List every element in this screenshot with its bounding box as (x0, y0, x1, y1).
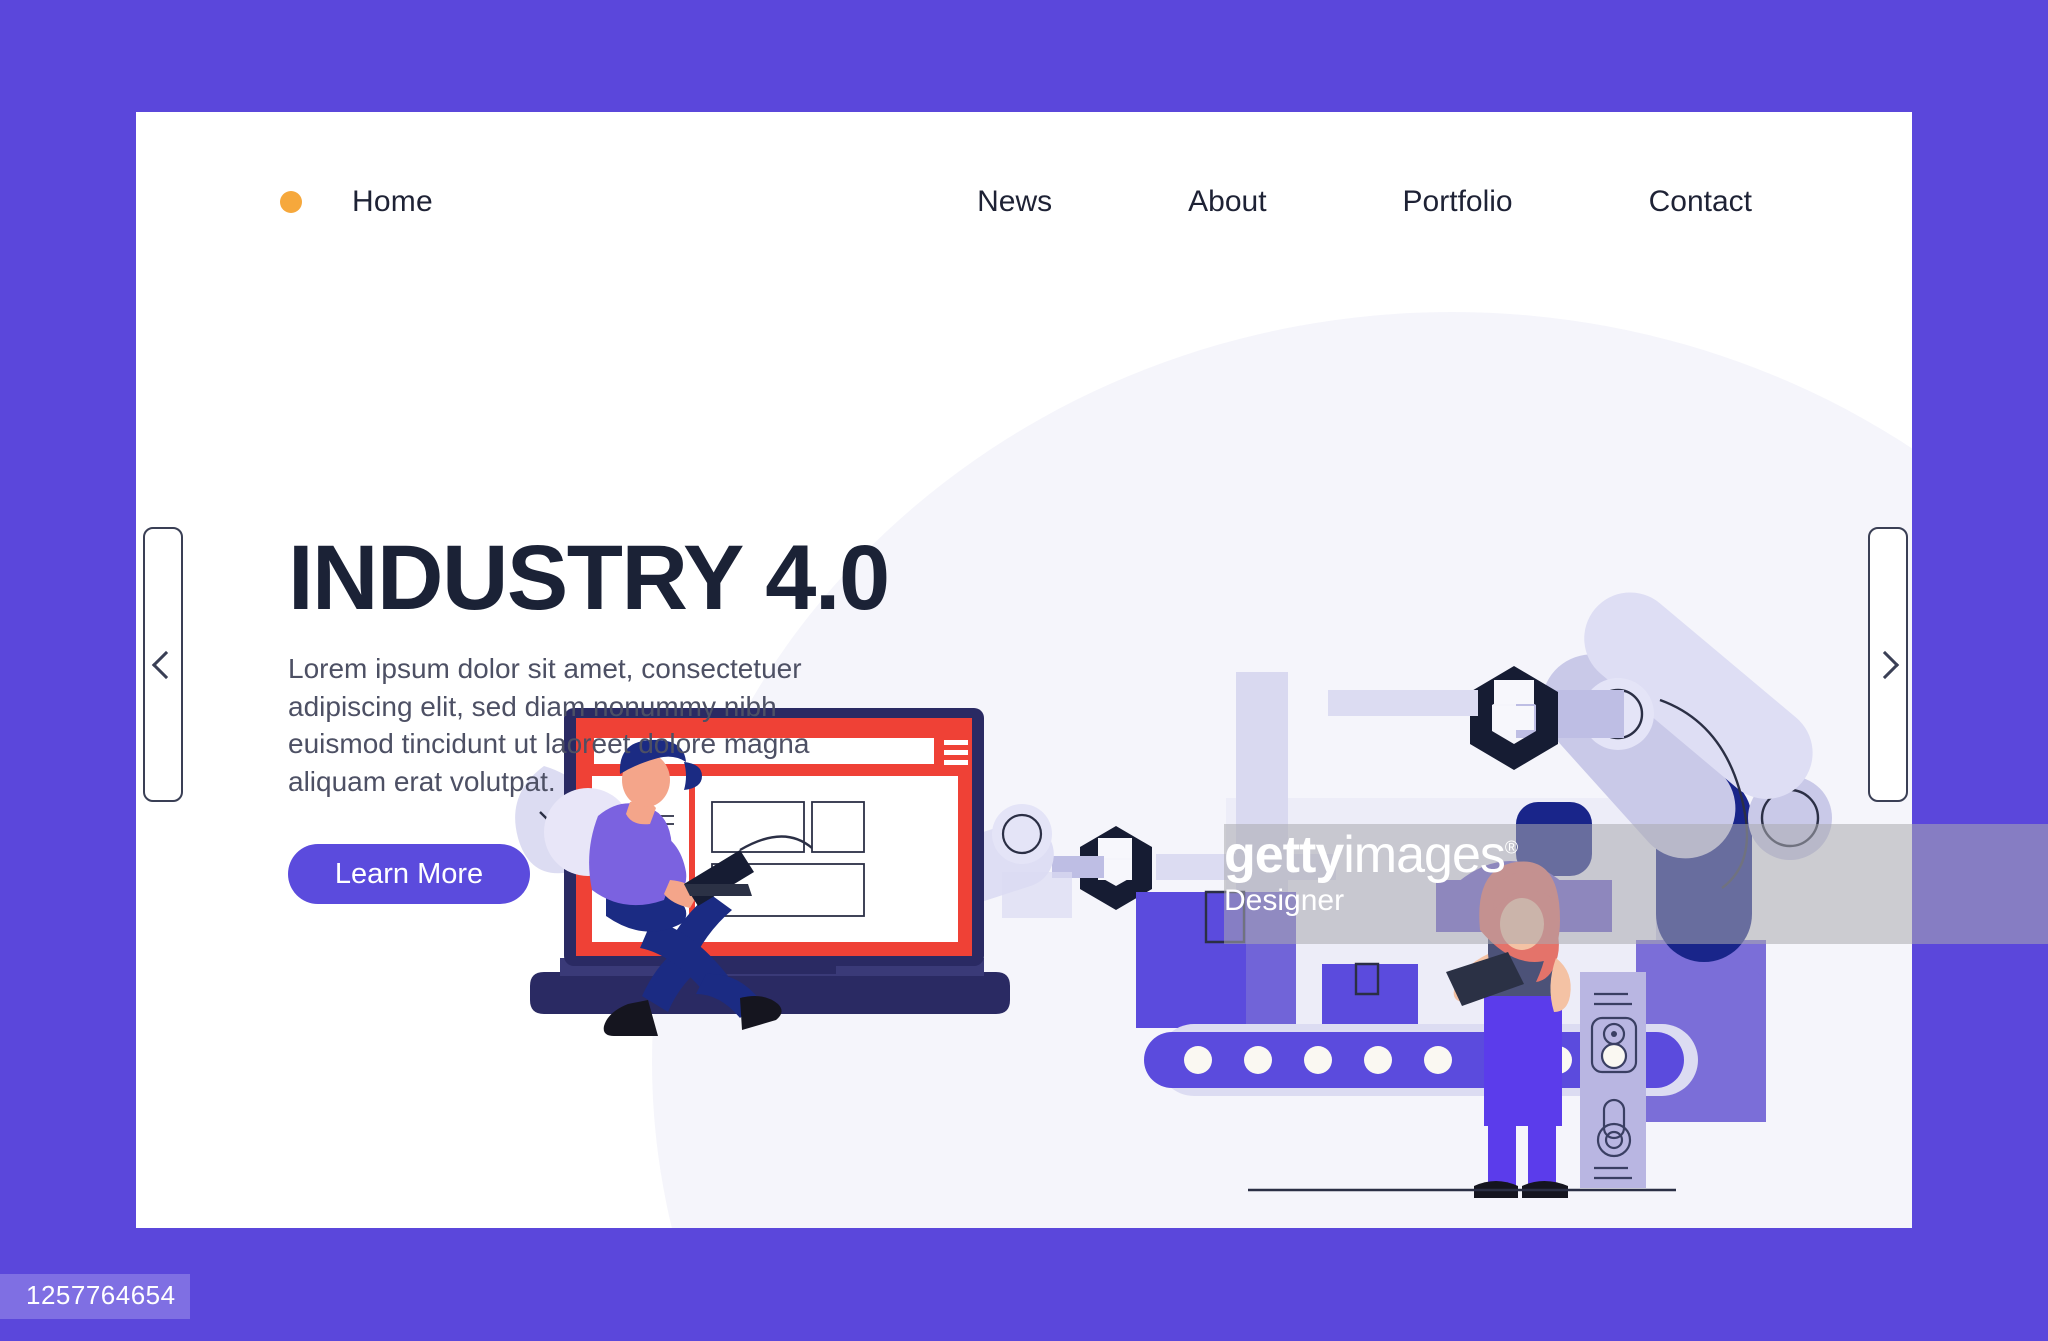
nav-links: News About Portfolio Contact (977, 185, 1752, 219)
page-background: Home News About Portfolio Contact INDUST… (0, 0, 2048, 1341)
carousel-prev-button[interactable] (143, 527, 183, 802)
hero-card: Home News About Portfolio Contact INDUST… (136, 112, 1912, 1228)
page-title: INDUSTRY 4.0 (288, 527, 890, 629)
hero-subtitle: Lorem ipsum dolor sit amet, consectetuer… (288, 653, 810, 797)
nav-link-contact[interactable]: Contact (1649, 185, 1752, 219)
image-id-label: 1257764654 (0, 1274, 190, 1319)
chevron-left-icon (151, 650, 181, 679)
navbar: Home News About Portfolio Contact (136, 112, 1912, 292)
nav-link-portfolio[interactable]: Portfolio (1403, 185, 1513, 219)
nav-link-about[interactable]: About (1188, 185, 1266, 219)
learn-more-button[interactable]: Learn More (288, 844, 530, 905)
hero-text-block: INDUSTRY 4.0 Lorem ipsum dolor sit amet,… (288, 527, 988, 905)
nav-link-home[interactable]: Home (352, 185, 433, 219)
nav-link-news[interactable]: News (977, 185, 1052, 219)
carousel-next-button[interactable] (1868, 527, 1908, 802)
nav-brand-group[interactable]: Home (280, 185, 433, 219)
brand-dot-icon (280, 191, 302, 213)
chevron-right-icon (1870, 650, 1900, 679)
